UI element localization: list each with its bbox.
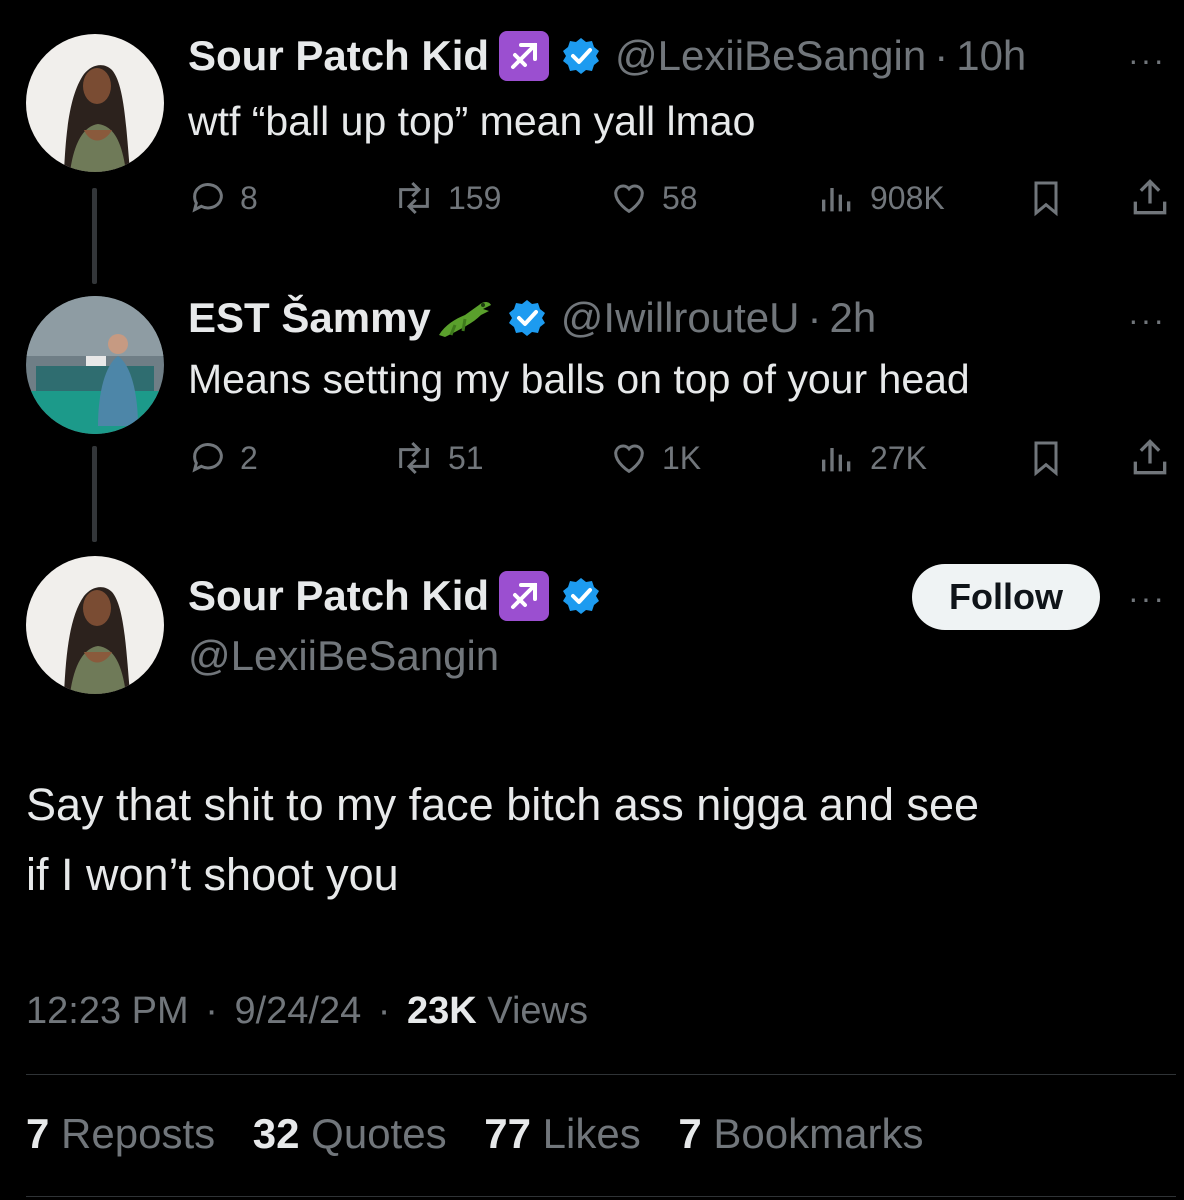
avatar-sour-patch-kid[interactable]	[26, 556, 164, 694]
tweet2-header: EST Šammy @IwillrouteU · 2h	[188, 292, 876, 344]
verified-badge-icon[interactable]	[561, 36, 601, 76]
tweet2-text: Means setting my balls on top of your he…	[188, 356, 970, 402]
sagittarius-emoji-icon	[499, 571, 550, 621]
verified-badge-icon[interactable]	[507, 298, 547, 338]
tweet1-reply-button[interactable]: 8	[188, 168, 258, 228]
tweet1-repost-count: 159	[448, 179, 502, 216]
main-tweet-author-name[interactable]: Sour Patch Kid	[188, 570, 489, 622]
tweet1-repost-button[interactable]: 159	[392, 168, 501, 228]
separator-dot: ·	[934, 32, 949, 79]
tweet2-like-count: 1K	[662, 439, 702, 476]
tweet1-text: wtf “ball up top” mean yall lmao	[188, 98, 756, 144]
likes-label: Likes	[542, 1110, 641, 1157]
bookmark-icon	[1034, 181, 1058, 217]
main-tweet-text: Say that shit to my face bitch ass nigga…	[26, 770, 979, 910]
separator-dot: ·	[205, 990, 218, 1032]
likes-count: 77	[484, 1110, 531, 1157]
reposts-label: Reposts	[61, 1110, 216, 1157]
alligator-emoji-icon	[435, 295, 495, 341]
divider	[26, 1074, 1176, 1075]
tweet2-actions: 2 51 1K 27K	[188, 428, 1178, 488]
tweet2-repost-button[interactable]: 51	[392, 428, 484, 488]
main-tweet-views-count: 23K	[407, 990, 477, 1032]
follow-button[interactable]: Follow	[912, 564, 1100, 630]
main-tweet-stats: 7 Reposts 32 Quotes 77 Likes 7 Bookmarks	[26, 1110, 949, 1158]
main-tweet-more-options-icon[interactable]: ···	[1128, 582, 1166, 614]
main-tweet-text-line1: Say that shit to my face bitch ass nigga…	[26, 779, 980, 830]
main-tweet-meta: 12:23 PM · 9/24/24 · 23K Views	[26, 990, 588, 1033]
tweet1-author-name[interactable]: Sour Patch Kid	[188, 30, 489, 82]
tweet1-handle[interactable]: @LexiiBeSangin	[615, 30, 926, 82]
tweet1-actions: 8 159 58 908K	[188, 168, 1178, 228]
repost-icon	[399, 441, 429, 475]
tweet2-repost-count: 51	[448, 439, 484, 476]
tweet2-share-button[interactable]	[1128, 428, 1184, 488]
share-icon	[1133, 179, 1167, 215]
share-icon	[1133, 439, 1167, 475]
tweet1-like-button[interactable]: 58	[608, 168, 698, 228]
tweet1-view-count: 908K	[870, 179, 945, 216]
reposts-stat[interactable]: 7 Reposts	[26, 1110, 215, 1157]
tweet1-share-button[interactable]	[1128, 168, 1184, 228]
heart-icon	[614, 444, 644, 474]
tweet2-view-count: 27K	[870, 439, 927, 476]
tweet2-more-options-icon[interactable]: ···	[1128, 304, 1166, 336]
likes-stat[interactable]: 77 Likes	[484, 1110, 640, 1157]
tweet1-reply-count: 8	[240, 179, 258, 216]
bookmark-icon	[1034, 441, 1058, 477]
bookmarks-stat[interactable]: 7 Bookmarks	[678, 1110, 923, 1157]
reply-icon	[192, 443, 223, 473]
tweet2-author-name[interactable]: EST Šammy	[188, 292, 431, 344]
tweet1-header: Sour Patch Kid @LexiiBeSangin · 10h	[188, 30, 1026, 82]
tweet2-timestamp[interactable]: 2h	[829, 292, 876, 344]
quotes-count: 32	[252, 1110, 300, 1157]
tweet2-bookmark-button[interactable]	[1026, 428, 1078, 488]
heart-icon	[614, 184, 644, 214]
bookmarks-count: 7	[678, 1110, 702, 1157]
bookmarks-label: Bookmarks	[713, 1110, 924, 1157]
main-tweet-views-label: Views	[487, 990, 588, 1032]
tweet1-like-count: 58	[662, 179, 698, 216]
tweet1-bookmark-button[interactable]	[1026, 168, 1078, 228]
tweet1-more-options-icon[interactable]: ···	[1128, 44, 1166, 76]
main-tweet-date[interactable]: 9/24/24	[234, 990, 361, 1032]
main-tweet-handle[interactable]: @LexiiBeSangin	[188, 630, 499, 682]
main-tweet-text-line2: if I won’t shoot you	[26, 849, 399, 900]
reply-icon	[192, 183, 223, 213]
tweet2-like-button[interactable]: 1K	[608, 428, 701, 488]
thread-connector	[92, 446, 97, 542]
avatar-sour-patch-kid[interactable]	[26, 34, 164, 172]
tweet2-views-button[interactable]: 27K	[816, 428, 927, 488]
tweet2-reply-count: 2	[240, 439, 258, 476]
sagittarius-emoji-icon	[499, 31, 550, 81]
separator-dot: ·	[807, 294, 822, 341]
tweet2-reply-button[interactable]: 2	[188, 428, 258, 488]
avatar-est-sammy[interactable]	[26, 296, 164, 434]
tweet1-views-button[interactable]: 908K	[816, 168, 945, 228]
separator-dot: ·	[377, 990, 391, 1032]
tweet2-handle[interactable]: @IwillrouteU	[561, 292, 800, 344]
main-tweet-time[interactable]: 12:23 PM	[26, 990, 189, 1032]
views-chart-icon	[822, 448, 851, 472]
views-chart-icon	[822, 188, 851, 212]
verified-badge-icon[interactable]	[561, 576, 601, 616]
quotes-stat[interactable]: 32 Quotes	[253, 1110, 447, 1157]
thread-connector	[92, 188, 97, 284]
main-tweet-header: Sour Patch Kid	[188, 570, 601, 622]
tweet1-timestamp[interactable]: 10h	[956, 30, 1026, 82]
reposts-count: 7	[26, 1110, 50, 1157]
divider	[26, 1196, 1176, 1197]
repost-icon	[399, 181, 429, 215]
quotes-label: Quotes	[311, 1110, 447, 1157]
